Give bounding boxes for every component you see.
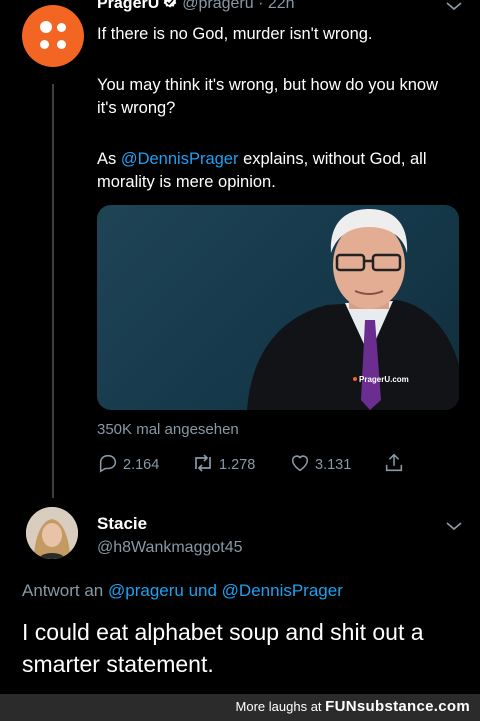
- mention-link[interactable]: @prageru: [108, 581, 184, 600]
- author-handle[interactable]: @prageru: [182, 0, 253, 12]
- separator: ·: [258, 0, 264, 12]
- retweet-count: 1.278: [219, 457, 256, 473]
- mention-link[interactable]: @DennisPrager: [121, 150, 239, 168]
- reply-count: 2.164: [123, 457, 160, 473]
- chevron-down-icon[interactable]: [444, 520, 464, 539]
- video-watermark: PragerU.com: [359, 375, 409, 384]
- logo-dot: [40, 40, 49, 49]
- view-count[interactable]: 350K mal angesehen: [97, 421, 239, 438]
- reply-to-line: Antwort an @prageru und @DennisPrager: [22, 581, 343, 600]
- stacie-avatar[interactable]: [26, 507, 78, 559]
- verified-badge-icon: [162, 0, 178, 15]
- timestamp[interactable]: 22h: [268, 0, 295, 12]
- reply-button[interactable]: 2.164: [97, 452, 159, 478]
- logo-dot: [57, 23, 66, 32]
- author-name[interactable]: PragerU: [97, 0, 159, 12]
- reply-author-name[interactable]: Stacie: [97, 514, 147, 534]
- like-icon: [289, 452, 315, 478]
- footer-bar: More laughs at FUNsubstance.com: [0, 694, 480, 721]
- retweet-icon: [191, 452, 219, 478]
- like-count: 3.131: [315, 457, 352, 473]
- reply-icon: [97, 452, 123, 478]
- tweet-line-3: As @DennisPrager explains, without God, …: [97, 150, 427, 191]
- retweet-button[interactable]: 1.278: [191, 452, 255, 478]
- tweet-actions: 2.164 1.278 3.131: [97, 452, 437, 476]
- share-button[interactable]: [383, 452, 409, 478]
- reply-text: I could eat alphabet soup and shit out a…: [22, 619, 424, 677]
- mention-link[interactable]: @DennisPrager: [222, 581, 343, 600]
- chevron-down-icon[interactable]: [444, 0, 464, 19]
- thread-connector: [52, 84, 54, 498]
- tweet-header: PragerU @prageru · 22h: [97, 0, 295, 20]
- reply-author-handle[interactable]: @h8Wankmaggot45: [97, 539, 243, 557]
- tweet-line-2: You may think it's wrong, but how do you…: [97, 76, 438, 117]
- logo-dot: [57, 40, 66, 49]
- tweet-line-1: If there is no God, murder isn't wrong.: [97, 25, 373, 43]
- prageru-avatar[interactable]: [22, 5, 84, 67]
- share-icon: [383, 452, 409, 478]
- video-media[interactable]: PragerU.com: [97, 205, 459, 410]
- brand-logo: FUNsubstance.com: [325, 698, 470, 715]
- like-button[interactable]: 3.131: [289, 452, 351, 478]
- footer-watermark: More laughs at FUNsubstance.com: [235, 698, 470, 715]
- logo-dot: [40, 21, 52, 33]
